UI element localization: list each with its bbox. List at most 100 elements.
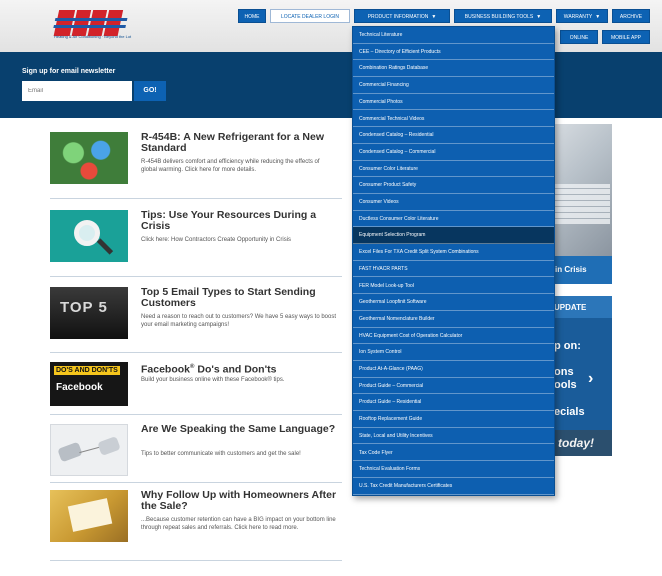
divider (50, 276, 342, 277)
promo-laptop-image[interactable] (548, 124, 612, 256)
top5-thumb-text: TOP 5 (60, 299, 108, 316)
chevron-down-icon: ▼ (595, 14, 601, 20)
promo-crisis-text: in Crisis (555, 265, 587, 274)
chevron-down-icon: ▼ (536, 14, 542, 20)
business-tools-label: BUSINESS BUILDING TOOLS (464, 14, 534, 20)
dropdown-menu-item[interactable]: Excel Files For TXA Credit Split System … (353, 244, 554, 261)
dos-donts-thumb-text: DO'S AND DON'TS (54, 366, 120, 375)
dropdown-menu-item[interactable]: Product At-A-Glance (PAAG) (353, 361, 554, 378)
article-thumbnail[interactable] (50, 490, 128, 542)
article-item[interactable]: Are We Speaking the Same Language? Tips … (50, 424, 342, 480)
dropdown-menu-item[interactable]: Condensed Catalog – Residential (353, 127, 554, 144)
promo-line: ons ools (554, 366, 577, 392)
promo-line: p on: (554, 340, 581, 352)
divider (50, 352, 342, 353)
article-thumbnail[interactable]: DO'S AND DON'TS Facebook (50, 362, 128, 406)
dropdown-menu-item[interactable]: Combination Ratings Database (353, 60, 554, 78)
dropdown-menu-item[interactable]: Commercial Photos (353, 94, 554, 111)
dropdown-menu-item[interactable]: U.S. Tax Credit Manufacturers Certificat… (353, 478, 554, 495)
article-thumbnail[interactable] (50, 210, 128, 262)
dropdown-menu-item[interactable]: Consumer Videos (353, 194, 554, 211)
dropdown-menu-item[interactable]: Product Guide – Residential (353, 394, 554, 412)
article-description: R-454B delivers comfort and efficiency w… (141, 159, 320, 173)
logo-graphic (53, 10, 128, 36)
article-description: Need a reason to reach out to customers?… (141, 314, 336, 328)
dropdown-menu-item[interactable]: Commercial Financing (353, 77, 554, 94)
facebook-thumb-text: Facebook (56, 382, 103, 393)
dropdown-menu-item[interactable]: Consumer Color Literature (353, 161, 554, 178)
nav-product-information-button[interactable]: PRODUCT INFORMATION ▼ (354, 9, 450, 23)
product-information-label: PRODUCT INFORMATION (367, 14, 429, 20)
article-thumbnail[interactable] (50, 424, 128, 476)
dropdown-menu-item[interactable]: Technical Evaluation Forms (353, 461, 554, 478)
dropdown-menu-item[interactable]: Tax Code Flyer (353, 445, 554, 462)
article-description: Click here: How Contractors Create Oppor… (141, 237, 292, 243)
dropdown-menu-item[interactable]: Product Guide – Commercial (353, 378, 554, 395)
dropdown-menu-item[interactable]: Consumer Product Safety (353, 177, 554, 194)
article-item[interactable]: R-454B: A New Refrigerant for a New Stan… (50, 132, 342, 188)
dropdown-menu-item[interactable]: Condensed Catalog – Commercial (353, 144, 554, 161)
article-description: ...Because customer retention can have a… (141, 517, 336, 531)
promo-update-banner[interactable]: UPDATE p on: ons ools › ecials today! (548, 296, 612, 456)
chevron-down-icon: ▼ (431, 14, 437, 20)
article-title[interactable]: Why Follow Up with Homeowners After the … (141, 490, 341, 512)
newsletter-go-button[interactable]: GO! (134, 81, 166, 101)
divider (50, 560, 342, 561)
dropdown-menu-item[interactable]: CEE – Directory of Efficient Products (353, 44, 554, 61)
dropdown-menu-item[interactable]: Rooftop Replacement Guide (353, 411, 554, 428)
article-item[interactable]: TOP 5 Top 5 Email Types to Start Sending… (50, 287, 342, 343)
dropdown-menu-item[interactable]: Commercial Technical Videos (353, 111, 554, 128)
keyboard-graphic (554, 184, 610, 224)
note-card (67, 498, 113, 532)
dropdown-menu-item[interactable]: Ductless Consumer Color Literature (353, 211, 554, 228)
promo-line-b: ools (554, 379, 577, 391)
article-item[interactable]: DO'S AND DON'TS Facebook Facebook® Do's … (50, 362, 342, 412)
dropdown-menu-item[interactable]: Ion System Control (353, 344, 554, 361)
article-item[interactable]: Tips: Use Your Resources During a Crisis… (50, 210, 342, 266)
article-title[interactable]: Top 5 Email Types to Start Sending Custo… (141, 287, 341, 309)
article-description: Build your business online with these Fa… (141, 377, 285, 383)
online-button[interactable]: ONLINE (560, 30, 598, 44)
article-title[interactable]: Facebook® Do's and Don'ts (141, 362, 341, 376)
promo-line: ecials (554, 406, 585, 418)
product-information-dropdown: Technical Literature CEE – Directory of E… (352, 26, 555, 496)
dropdown-menu-item[interactable]: FAST HVACR PARTS (353, 261, 554, 278)
article-thumbnail[interactable] (50, 132, 128, 184)
chevron-right-icon[interactable]: › (588, 370, 593, 388)
divider (50, 482, 342, 483)
dropdown-menu-item[interactable]: State, Local and Utility Incentives (353, 428, 554, 445)
dropdown-menu-item[interactable]: FER Model Look-up Tool (353, 278, 554, 295)
article-title-rest: Do's and Don'ts (194, 363, 277, 376)
nav-archive-button[interactable]: ARCHIVE (612, 9, 650, 23)
dropdown-menu-item[interactable]: Geothermal Nomenclature Builder (353, 311, 554, 328)
article-title[interactable]: R-454B: A New Refrigerant for a New Stan… (141, 132, 341, 154)
promo-update-heading: UPDATE (548, 296, 612, 318)
dropdown-menu-item[interactable]: HVAC Equipment Cost of Operation Calcula… (353, 328, 554, 345)
cup-icon (97, 436, 121, 456)
nav-warranty-button[interactable]: WARRANTY ▼ (556, 9, 608, 23)
mobile-app-button[interactable]: MOBILE APP (602, 30, 650, 44)
nav-business-tools-button[interactable]: BUSINESS BUILDING TOOLS ▼ (454, 9, 552, 23)
dropdown-menu-item[interactable]: Equipment Selection Program (353, 227, 554, 245)
article-item[interactable]: Why Follow Up with Homeowners After the … (50, 490, 342, 550)
promo-today-strip: today! (548, 430, 612, 456)
nav-home-button[interactable]: HOME (238, 9, 266, 23)
article-title[interactable]: Are We Speaking the Same Language? (141, 424, 341, 435)
nav-dealer-login-button[interactable]: LOCATE DEALER LOGIN (270, 9, 350, 23)
dropdown-menu-item[interactable]: Geothermal Loopfinit Software (353, 294, 554, 311)
divider (50, 198, 342, 199)
promo-today-text: today! (558, 436, 594, 450)
brand-tagline: Heating & Air Conditioning · Beyond the … (54, 34, 132, 39)
warranty-label: WARRANTY (563, 14, 593, 20)
article-thumbnail[interactable]: TOP 5 (50, 287, 128, 339)
promo-line-a: ons (554, 366, 574, 378)
divider (50, 414, 342, 415)
dropdown-menu-item[interactable]: Technical Literature (353, 27, 554, 44)
article-title-text: Facebook (141, 363, 191, 376)
email-input[interactable] (22, 81, 132, 101)
brand-logo[interactable] (52, 6, 134, 46)
article-title[interactable]: Tips: Use Your Resources During a Crisis (141, 210, 341, 232)
promo-crisis-banner[interactable]: in Crisis (548, 256, 612, 284)
article-description: Tips to better communicate with customer… (141, 451, 301, 457)
newsletter-title: Sign up for email newsletter (22, 68, 116, 75)
